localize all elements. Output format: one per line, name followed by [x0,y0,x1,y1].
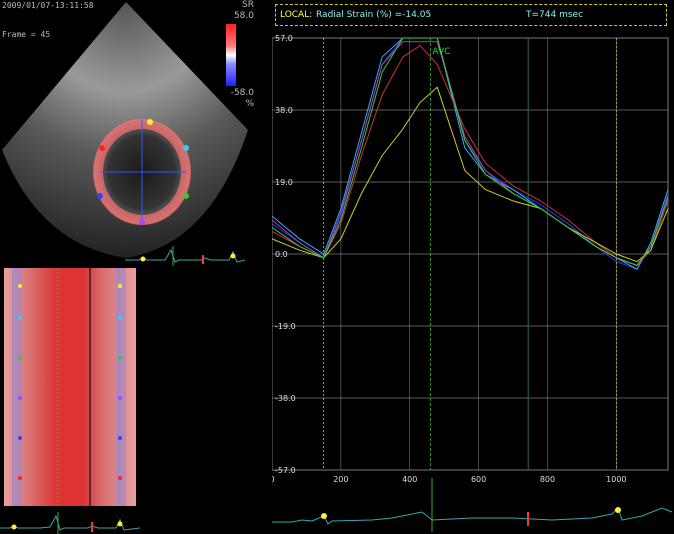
x-tick-label: 0 [272,475,275,484]
scale-max: 58.0 [233,11,254,21]
timestamp: 2009/01/07-13:11:58 [2,1,94,10]
x-tick-label: 800 [540,475,555,484]
tracking-point-purple[interactable] [139,219,145,225]
strain-mmode-image [4,268,136,506]
ecg-marker-start [140,256,146,262]
tracking-point-yellow[interactable] [147,119,153,125]
scale-colorbar [226,24,236,86]
x-tick-label: 1000 [606,475,626,484]
x-tick-label: 200 [333,475,348,484]
tracking-point-cyan[interactable] [183,145,189,151]
strain-curve [272,41,669,266]
y-tick-label: 0.0 [275,250,288,259]
strain-curve [272,37,669,270]
avc-annotation: AVC [432,47,450,57]
ecg-trace-echo [125,246,245,266]
strain-color-scale: SR 58.0 -58.0 % [214,0,254,110]
ecg-trace-graph [272,478,673,532]
strain-curve [272,37,669,266]
y-tick-label: 19.0 [275,178,293,187]
y-tick-labels: 57.0 38.0 19.0 0.0 -19.0 -38.0 -57.0 [275,34,296,475]
x-tick-label: 400 [402,475,417,484]
scale-unit: % [245,99,254,109]
ecg-trace-mmode [0,512,140,534]
x-tick-labels: 0 200 400 600 800 1000 [272,475,627,484]
frame-counter: Frame = 45 [2,30,51,39]
strain-curves [272,37,669,270]
x-tick-label: 600 [471,475,486,484]
strain-chart[interactable]: 57.0 38.0 19.0 0.0 -19.0 -38.0 -57.0 0 200 400 60… [272,0,674,534]
ecg-marker-end [230,253,236,259]
scale-min: -58.0 [230,88,254,98]
tracking-point-red[interactable] [99,145,105,151]
ecg-marker-end [117,521,123,527]
y-tick-label: -57.0 [275,466,296,475]
tracking-point-green[interactable] [183,193,189,199]
y-tick-label: 57.0 [275,34,293,43]
left-image-panel: 2009/01/07-13:11:58 Frame = 45 SR 58.0 -… [0,0,272,534]
strain-curve [272,86,669,263]
strain-graph-panel: LOCAL: Radial Strain (%) =-14.05 T=744 m… [272,0,674,534]
ecg-marker-end [615,507,621,513]
y-tick-label: 38.0 [275,106,293,115]
ecg-marker-start [11,524,17,530]
tracking-point-blue[interactable] [97,193,103,199]
y-tick-label: -38.0 [275,394,296,403]
y-tick-label: -19.0 [275,322,296,331]
ecg-marker-start [321,513,327,519]
scale-title: SR [242,0,254,10]
